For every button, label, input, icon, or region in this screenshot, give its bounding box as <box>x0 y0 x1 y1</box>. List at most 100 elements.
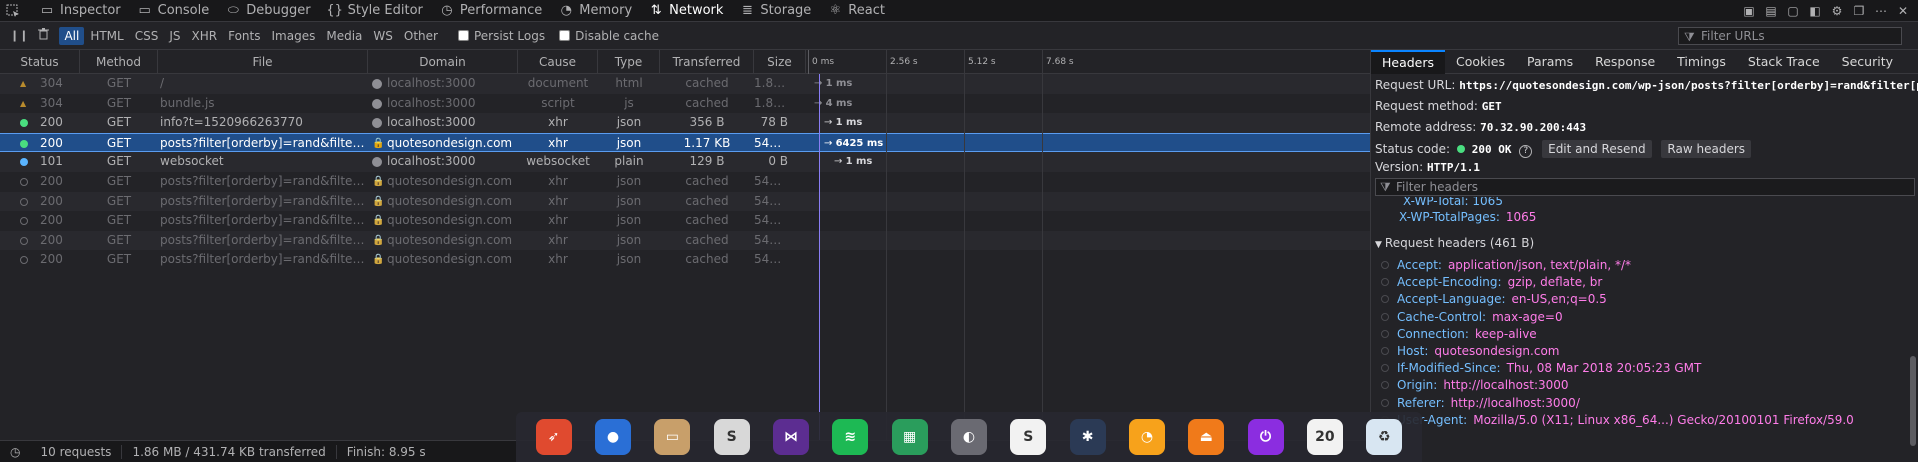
filter-images[interactable]: Images <box>267 27 321 45</box>
transferred-cell: cached <box>685 252 729 267</box>
column-header-size[interactable]: Size <box>754 50 806 74</box>
inspector-icon: ▭ <box>40 3 54 18</box>
performance-analysis-icon[interactable]: ◷ <box>0 445 30 459</box>
request-row[interactable]: ▲ 304 GET / localhost:3000 document html cached… <box>0 74 1370 94</box>
dock-mode-icon[interactable]: ▣ <box>1740 2 1758 20</box>
filter-media[interactable]: Media <box>321 27 367 45</box>
tab-debugger[interactable]: ⬭ Debugger <box>218 0 319 22</box>
request-row[interactable]: 200 GET info?t=1520966263770 localhost:3000… <box>0 113 1370 133</box>
tab-stack-trace[interactable]: Stack Trace <box>1737 50 1831 74</box>
rocket-app-icon[interactable]: ➶ <box>535 419 572 455</box>
column-header-cause[interactable]: Cause <box>518 50 598 74</box>
request-row[interactable]: 101 GET websocket localhost:3000 websocket pl… <box>0 152 1370 172</box>
spotify-app-icon[interactable]: ≋ <box>832 419 869 455</box>
filter-other[interactable]: Other <box>399 27 443 45</box>
network-icon: ⇅ <box>650 3 662 18</box>
tab-react[interactable]: ⚛ React <box>820 0 894 22</box>
timer-app-icon[interactable]: ◔ <box>1128 419 1165 455</box>
domain-cell: quotesondesign.com <box>387 252 513 267</box>
tab-console[interactable]: ▭ Console <box>130 0 219 22</box>
tab-label: Performance <box>459 3 543 18</box>
tab-inspector[interactable]: ▭ Inspector <box>32 0 130 22</box>
request-url-value[interactable]: https://quotesondesign.com/wp-json/posts… <box>1459 79 1918 92</box>
popout-icon[interactable]: ❐ <box>1850 2 1868 20</box>
tab-label: Inspector <box>60 3 121 18</box>
gear-app-icon[interactable]: ✱ <box>1069 419 1106 455</box>
braces-icon: {} <box>326 3 343 18</box>
help-icon[interactable]: ? <box>1519 145 1533 158</box>
column-header-transferred[interactable]: Transferred <box>660 50 754 74</box>
close-icon[interactable]: ✕ <box>1894 2 1912 20</box>
column-header-method[interactable]: Method <box>80 50 158 74</box>
column-header-type[interactable]: Type <box>598 50 660 74</box>
edit-and-resend-button[interactable]: Edit and Resend <box>1542 140 1652 158</box>
request-headers-toggle[interactable]: ▼ Request headers (461 B) <box>1375 236 1534 250</box>
tab-label: Debugger <box>246 3 311 18</box>
sublime-app-icon[interactable]: S <box>713 419 750 455</box>
tab-security[interactable]: Security <box>1831 50 1904 74</box>
persist-logs-checkbox[interactable]: Persist Logs <box>457 29 545 43</box>
power-app-icon[interactable]: ⏻ <box>1247 419 1284 455</box>
globe-icon <box>372 118 382 129</box>
pause-icon[interactable]: ❙❙ <box>10 29 28 42</box>
tab-network[interactable]: ⇅ Network <box>641 0 732 22</box>
globe-icon <box>372 98 382 109</box>
request-row[interactable]: 200 GET posts?filter[orderby]=rand&filter[… <box>0 191 1370 212</box>
tab-cookies[interactable]: Cookies <box>1445 50 1516 74</box>
status-dot <box>20 256 28 265</box>
firefox-app-icon[interactable]: ● <box>594 419 631 455</box>
tab-perf[interactable]: ◷ Performance <box>432 0 551 22</box>
request-row[interactable]: ▲ 304 GET bundle.js localhost:3000 script js ca… <box>0 94 1370 114</box>
lock-icon: 🔒 <box>372 234 385 246</box>
request-row[interactable]: 200 GET posts?filter[orderby]=rand&filter[… <box>0 211 1370 231</box>
filter-ws[interactable]: WS <box>368 27 397 45</box>
filter-fonts[interactable]: Fonts <box>223 27 265 45</box>
recycle-app-icon[interactable]: ♻ <box>1366 419 1403 455</box>
tab-params[interactable]: Params <box>1516 50 1584 74</box>
tab-headers[interactable]: Headers <box>1371 49 1446 74</box>
header-row-bullet <box>1381 312 1389 321</box>
split-console-icon[interactable]: ▤ <box>1762 2 1780 20</box>
header-row-bullet <box>1381 261 1389 269</box>
filter-urls-input[interactable]: ⧩ Filter URLs <box>1678 27 1902 45</box>
screenshot-icon[interactable]: ◧ <box>1806 2 1824 20</box>
pick-element-button[interactable] <box>0 0 32 22</box>
status-cell: 200 <box>40 252 63 267</box>
panel-scrollbar[interactable] <box>1910 356 1916 446</box>
checkbox-box[interactable] <box>559 30 571 41</box>
settings-gear-icon[interactable]: ⚙ <box>1828 2 1846 20</box>
request-row[interactable]: 200 GET posts?filter[orderby]=rand&filter[… <box>0 230 1370 251</box>
filter-css[interactable]: CSS <box>130 27 164 45</box>
column-header-status[interactable]: Status <box>0 50 80 74</box>
request-row[interactable]: 200 GET posts?filter[orderby]=rand&filter[… <box>0 172 1370 192</box>
visual-studio-app-icon[interactable]: ⋈ <box>772 419 809 455</box>
clock-app-icon[interactable]: 20 <box>1306 419 1343 455</box>
column-header-file[interactable]: File <box>158 50 368 74</box>
tab-timings[interactable]: Timings <box>1666 50 1737 74</box>
raw-headers-button[interactable]: Raw headers <box>1661 140 1752 158</box>
tab-response[interactable]: Response <box>1584 50 1666 74</box>
files-app-icon[interactable]: ▭ <box>654 419 691 455</box>
slack-app-icon[interactable]: S <box>1010 419 1047 455</box>
filter-js[interactable]: JS <box>164 27 185 45</box>
disable-cache-checkbox[interactable]: Disable cache <box>559 29 659 43</box>
request-row[interactable]: 200 GET posts?filter[orderby]=rand&filter[… <box>0 250 1370 270</box>
tab-storage[interactable]: ≣ Storage <box>732 0 820 22</box>
filter-headers-input[interactable]: ⧩ Filter headers <box>1375 178 1915 196</box>
tab-memory[interactable]: ◔ Memory <box>551 0 641 22</box>
header-row: Accept-Encoding: gzip, deflate, br <box>1381 275 1602 289</box>
more-options-icon[interactable]: ⋯ <box>1872 2 1890 20</box>
filter-html[interactable]: HTML <box>85 27 128 45</box>
tiles-app-icon[interactable]: ▦ <box>891 419 928 455</box>
tab-style[interactable]: {} Style Editor <box>320 0 432 22</box>
filter-xhr[interactable]: XHR <box>187 27 223 45</box>
eject-app-icon[interactable]: ⏏ <box>1188 419 1225 455</box>
react-icon: ⚛ <box>829 3 842 18</box>
request-row[interactable]: 200 GET posts?filter[orderby]=rand&filter[… <box>0 132 1370 153</box>
toggle-app-icon[interactable]: ◐ <box>950 419 987 455</box>
responsive-icon[interactable]: ▢ <box>1784 2 1802 20</box>
checkbox-box[interactable] <box>457 30 469 41</box>
filter-all[interactable]: All <box>59 26 85 45</box>
column-header-domain[interactable]: Domain <box>368 50 518 74</box>
trash-icon[interactable] <box>38 28 50 43</box>
